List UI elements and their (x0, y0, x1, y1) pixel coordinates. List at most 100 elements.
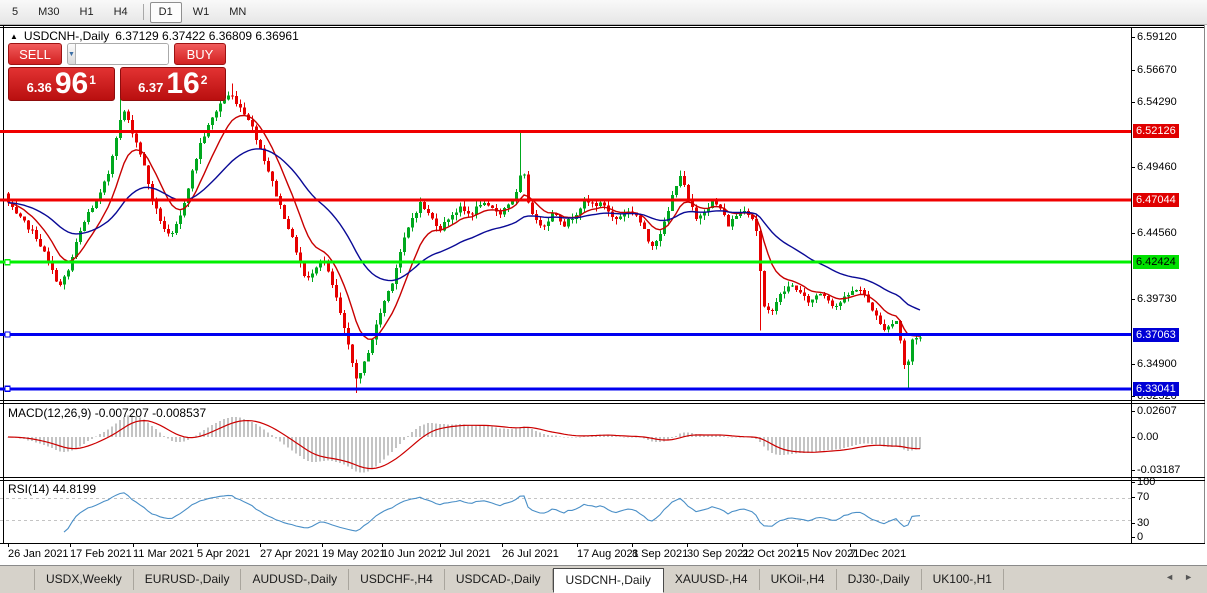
rsi-axis-tick (1131, 482, 1135, 483)
volume-input[interactable] (76, 44, 169, 64)
date-axis-label: 2 Jul 2021 (440, 548, 491, 560)
price-axis-separator (1131, 27, 1132, 543)
macd-axis-tick (1131, 411, 1135, 412)
macd-axis-label: -0.03187 (1137, 464, 1180, 476)
trading-platform-window: 5M30H1H4 D1W1MN ▲ USDCNH-,Daily 6.37129 6… (0, 0, 1207, 593)
sell-button[interactable]: SELL (8, 43, 62, 65)
rsi-axis-label: 100 (1137, 476, 1155, 488)
tab-ukoil-h4[interactable]: UKOil-,H4 (760, 569, 837, 590)
tab-usdcad-daily[interactable]: USDCAD-,Daily (445, 569, 553, 590)
date-axis-tick (382, 543, 383, 547)
date-axis-label: 26 Jan 2021 (8, 548, 69, 560)
date-axis-tick (577, 543, 578, 547)
tab-usdcnh-daily[interactable]: USDCNH-,Daily (553, 568, 664, 593)
macd-axis-label: 0.02607 (1137, 405, 1177, 417)
date-axis-tick (197, 543, 198, 547)
tab-audusd-daily[interactable]: AUDUSD-,Daily (241, 569, 349, 590)
horizontal-price-lines[interactable] (0, 130, 1131, 392)
timeframe-button-h4[interactable]: H4 (105, 2, 137, 23)
timeframe-button-mn[interactable]: MN (220, 2, 255, 23)
date-axis-tick (687, 543, 688, 547)
rsi-panel-chart[interactable] (0, 481, 1131, 543)
slow-ma-line (8, 149, 920, 310)
tab-xauusd-h4[interactable]: XAUUSD-,H4 (664, 569, 760, 590)
price-axis-label: 6.59120 (1137, 31, 1177, 43)
price-line-tag: 6.47044 (1133, 193, 1179, 207)
buy-price-main: 16 (166, 69, 199, 99)
price-axis-tick (1131, 102, 1135, 103)
tab-usdchf-h4[interactable]: USDCHF-,H4 (349, 569, 445, 590)
timeframe-toolbar: 5M30H1H4 D1W1MN (0, 0, 1207, 25)
chart-ohlc-values: 6.37129 6.37422 6.36809 6.36961 (115, 29, 299, 43)
tab-eurusd-daily[interactable]: EURUSD-,Daily (134, 569, 242, 590)
tab-usdx-weekly[interactable]: USDX,Weekly (34, 569, 134, 590)
date-axis-tick (440, 543, 441, 547)
date-axis-tick (632, 543, 633, 547)
chart-frame-right (1204, 25, 1205, 543)
price-axis-label: 6.54290 (1137, 96, 1177, 108)
chart-title-bar: ▲ USDCNH-,Daily 6.37129 6.37422 6.36809 … (10, 29, 299, 43)
date-axis-tick (322, 543, 323, 547)
chart-frame-top (0, 25, 1205, 26)
price-axis-tick (1131, 167, 1135, 168)
date-axis-tick (797, 543, 798, 547)
tab-scroll-right-icon[interactable]: ► (1184, 572, 1193, 582)
macd-axis-label: 0.00 (1137, 431, 1158, 443)
fast-ma-line (8, 116, 920, 340)
date-axis-label: 27 Apr 2021 (260, 548, 319, 560)
date-axis-label: 19 May 2021 (322, 548, 386, 560)
macd-separator-top (0, 400, 1205, 401)
date-axis-label: 11 Mar 2021 (133, 548, 194, 560)
date-axis-label: 22 Oct 2021 (742, 548, 802, 560)
rsi-axis-label: 0 (1137, 531, 1143, 543)
tab-uk100-h1[interactable]: UK100-,H1 (922, 569, 1004, 590)
date-axis-label: 17 Aug 2021 (577, 548, 639, 560)
sell-price-display[interactable]: 6.36 96 1 (8, 67, 115, 101)
timeframe-button-w1[interactable]: W1 (184, 2, 219, 23)
macd-histogram (7, 415, 921, 472)
date-axis-label: 7 Dec 2021 (850, 548, 906, 560)
date-axis-tick (133, 543, 134, 547)
price-axis-tick (1131, 70, 1135, 71)
date-axis-label: 5 Apr 2021 (197, 548, 250, 560)
buy-button[interactable]: BUY (174, 43, 226, 65)
timeframe-button-h1[interactable]: H1 (71, 2, 103, 23)
volume-decrease-button[interactable]: ▼ (68, 44, 76, 64)
volume-stepper: ▼ ▲ (67, 43, 169, 65)
date-axis-tick (850, 543, 851, 547)
one-click-trade-panel: SELL ▼ ▲ BUY 6.36 96 1 6.37 16 2 (8, 43, 226, 101)
macd-axis-tick (1131, 470, 1135, 471)
price-line-tag: 6.42424 (1133, 255, 1179, 269)
timeframe-button-d1[interactable]: D1 (150, 2, 182, 23)
rsi-indicator-label: RSI(14) 44.8199 (8, 482, 96, 496)
price-axis-label: 6.34900 (1137, 358, 1177, 370)
date-axis-label: 30 Sep 2021 (687, 548, 749, 560)
toolbar-separator (143, 4, 144, 20)
date-axis-tick (70, 543, 71, 547)
date-axis-label: 17 Feb 2021 (70, 548, 132, 560)
price-axis-label: 6.39730 (1137, 293, 1177, 305)
buy-price-pip: 2 (201, 70, 208, 87)
chart-symbol-title: USDCNH-,Daily (24, 29, 109, 43)
sell-price-prefix: 6.36 (27, 80, 52, 95)
tab-scroll-left-icon[interactable]: ◄ (1165, 572, 1174, 582)
date-axis-label: 8 Sep 2021 (632, 548, 688, 560)
price-axis-tick (1131, 233, 1135, 234)
timeframe-button-5[interactable]: 5 (3, 2, 27, 23)
buy-price-display[interactable]: 6.37 16 2 (120, 67, 227, 101)
tab-dj30-daily[interactable]: DJ30-,Daily (837, 569, 922, 590)
collapse-arrow-icon[interactable]: ▲ (10, 32, 18, 41)
rsi-axis-label: 30 (1137, 517, 1149, 529)
date-axis-tick (742, 543, 743, 547)
date-axis-label: 26 Jul 2021 (502, 548, 559, 560)
date-axis-tick (502, 543, 503, 547)
rsi-axis-tick (1131, 497, 1135, 498)
price-axis-tick (1131, 299, 1135, 300)
timeframe-button-m30[interactable]: M30 (29, 2, 68, 23)
macd-axis-tick (1131, 437, 1135, 438)
price-line-tag: 6.52126 (1133, 124, 1179, 138)
rsi-axis-tick (1131, 523, 1135, 524)
price-axis-label: 6.44560 (1137, 227, 1177, 239)
price-line-tag: 6.33041 (1133, 382, 1179, 396)
price-axis-label: 6.56670 (1137, 64, 1177, 76)
